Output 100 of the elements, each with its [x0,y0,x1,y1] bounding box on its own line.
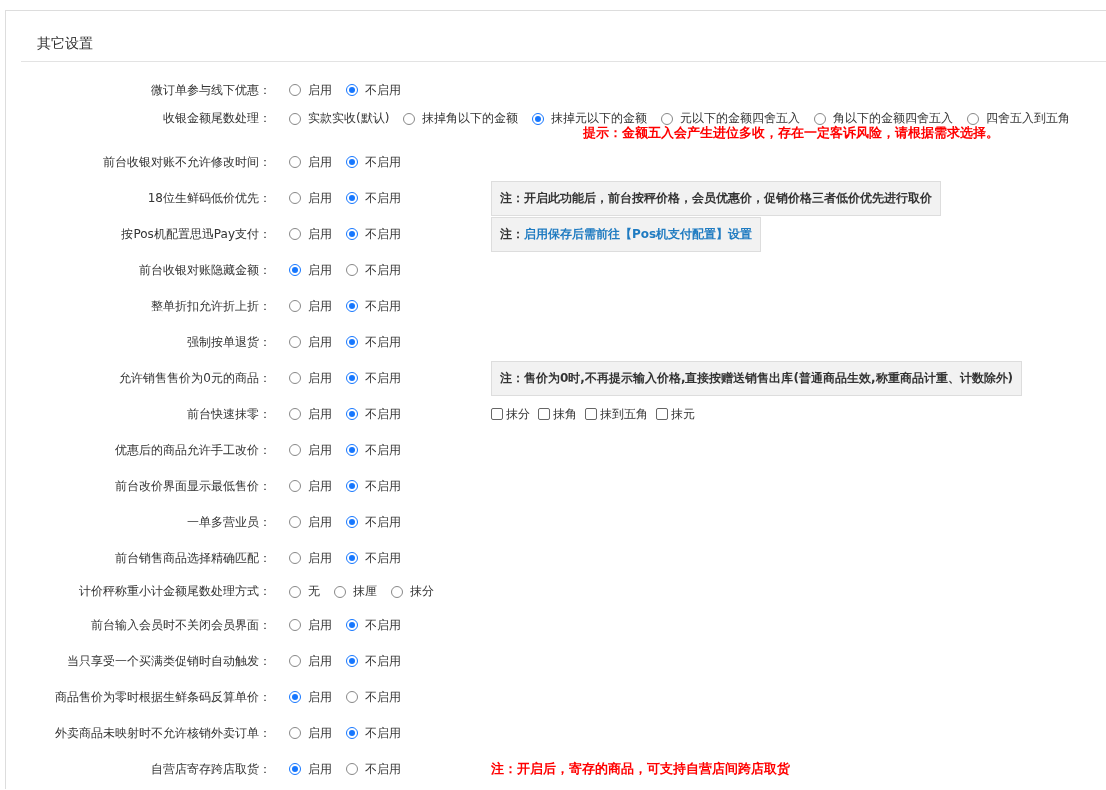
note-text: 注：开启此功能后，前台按秤价格，会员优惠价，促销价格三者低价优先进行取价 [491,180,941,216]
radio-button[interactable] [346,156,358,168]
radio-button[interactable] [289,480,301,492]
radio-button[interactable] [346,619,358,631]
radio-option[interactable]: 启用 [289,760,332,778]
radio-button[interactable] [289,192,301,204]
radio-button[interactable] [391,585,403,598]
settings-link[interactable]: 启用保存后需前往【Pos机支付配置】设置 [524,226,753,241]
radio-option[interactable]: 启用 [289,688,332,706]
radio-button[interactable] [289,727,301,739]
radio-button[interactable] [289,264,301,276]
radio-button[interactable] [289,228,301,240]
radio-option[interactable]: 启用 [289,333,332,351]
radio-button[interactable] [403,112,416,125]
radio-button[interactable] [346,763,358,775]
radio-button[interactable] [289,691,301,703]
radio-option[interactable]: 启用 [289,513,332,531]
setting-label: 前台改价界面显示最低售价： [115,477,271,495]
radio-button[interactable] [289,763,301,775]
radio-button[interactable] [661,112,674,125]
radio-button[interactable] [346,84,358,96]
radio-option[interactable]: 不启用 [346,549,401,567]
radio-button[interactable] [532,112,545,125]
radio-option[interactable]: 抹厘 [334,583,377,600]
radio-option[interactable]: 不启用 [346,405,401,423]
radio-button[interactable] [346,300,358,312]
radio-button[interactable] [346,408,358,420]
radio-option[interactable]: 不启用 [346,441,401,459]
radio-button[interactable] [289,84,301,96]
radio-button[interactable] [814,112,827,125]
radio-button[interactable] [346,552,358,564]
radio-button[interactable] [289,300,301,312]
checkbox-option[interactable]: 抹分 [491,405,530,423]
radio-option[interactable]: 启用 [289,477,332,495]
radio-button[interactable] [289,655,301,667]
radio-option[interactable]: 启用 [289,616,332,634]
radio-option[interactable]: 启用 [289,549,332,567]
radio-button[interactable] [346,336,358,348]
setting-label: 前台输入会员时不关闭会员界面： [91,616,271,634]
radio-option[interactable]: 启用 [289,225,332,243]
radio-option[interactable]: 启用 [289,724,332,742]
radio-option[interactable]: 不启用 [346,189,401,207]
radio-option[interactable]: 不启用 [346,616,401,634]
checkbox[interactable] [538,408,550,420]
radio-option[interactable]: 不启用 [346,333,401,351]
radio-button[interactable] [346,516,358,528]
radio-option[interactable]: 启用 [289,81,332,99]
radio-option[interactable]: 不启用 [346,477,401,495]
radio-option[interactable]: 启用 [289,297,332,315]
checkbox-option[interactable]: 抹元 [656,405,695,423]
radio-button[interactable] [346,372,358,384]
radio-button[interactable] [346,264,358,276]
radio-button[interactable] [346,228,358,240]
radio-button[interactable] [346,727,358,739]
checkbox-option[interactable]: 抹到五角 [585,405,648,423]
radio-option[interactable]: 启用 [289,369,332,387]
radio-button[interactable] [289,156,301,168]
radio-option[interactable]: 不启用 [346,724,401,742]
radio-button[interactable] [289,619,301,631]
radio-option[interactable]: 实款实收(默认) [289,110,390,128]
radio-option[interactable]: 不启用 [346,513,401,531]
radio-option[interactable]: 启用 [289,441,332,459]
radio-button[interactable] [289,552,301,564]
radio-button[interactable] [334,585,346,598]
radio-option[interactable]: 不启用 [346,369,401,387]
radio-option[interactable]: 不启用 [346,652,401,670]
radio-button[interactable] [346,192,358,204]
radio-option[interactable]: 不启用 [346,81,401,99]
radio-option[interactable]: 启用 [289,189,332,207]
checkbox[interactable] [491,408,503,420]
radio-option[interactable]: 启用 [289,153,332,171]
radio-option[interactable]: 不启用 [346,688,401,706]
radio-option[interactable]: 抹掉角以下的金额 [403,110,519,128]
radio-option[interactable]: 无 [289,583,320,600]
setting-label: 允许销售售价为0元的商品： [119,369,271,387]
radio-button[interactable] [289,408,301,420]
radio-button[interactable] [346,691,358,703]
radio-option[interactable]: 抹分 [391,583,434,600]
radio-button[interactable] [289,372,301,384]
radio-button[interactable] [289,516,301,528]
radio-option[interactable]: 不启用 [346,261,401,279]
checkbox[interactable] [585,408,597,420]
radio-button[interactable] [346,655,358,667]
radio-button[interactable] [289,444,301,456]
radio-option[interactable]: 不启用 [346,760,401,778]
radio-option[interactable]: 启用 [289,652,332,670]
radio-option[interactable]: 启用 [289,405,332,423]
radio-option[interactable]: 启用 [289,261,332,279]
radio-button[interactable] [346,444,358,456]
radio-button[interactable] [289,112,301,125]
radio-button[interactable] [289,336,301,348]
radio-option[interactable]: 不启用 [346,153,401,171]
checkbox-option[interactable]: 抹角 [538,405,577,423]
radio-button[interactable] [346,480,358,492]
radio-option[interactable]: 不启用 [346,297,401,315]
radio-option[interactable]: 不启用 [346,225,401,243]
radio-button[interactable] [289,585,301,598]
setting-label: 优惠后的商品允许手工改价： [115,441,271,459]
checkbox[interactable] [656,408,668,420]
radio-button[interactable] [967,112,980,125]
